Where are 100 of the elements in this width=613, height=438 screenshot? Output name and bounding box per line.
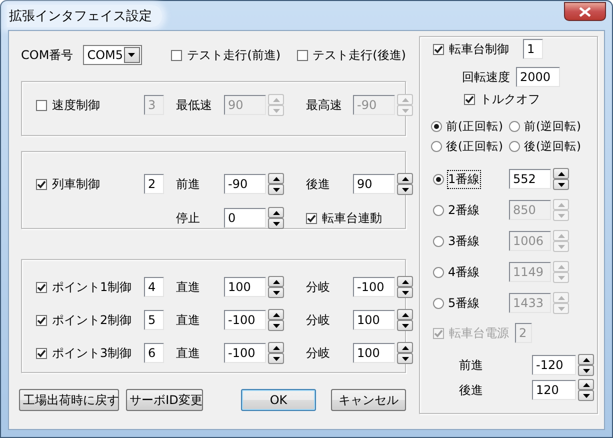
up-triangle-icon xyxy=(402,98,408,102)
spin-down-button[interactable] xyxy=(268,184,284,195)
down-triangle-icon xyxy=(582,394,590,398)
com-port-dropdown[interactable]: COM5 xyxy=(83,45,142,65)
close-button[interactable] xyxy=(564,2,606,21)
down-triangle-icon xyxy=(582,368,590,372)
direction-radio[interactable]: 前(正回転) xyxy=(431,119,509,134)
spin-down-button[interactable] xyxy=(268,353,284,364)
spin-up-button[interactable] xyxy=(553,168,569,179)
id-field[interactable]: 4 xyxy=(144,277,164,297)
number-field[interactable]: 100 xyxy=(353,310,395,330)
number-field[interactable]: -100 xyxy=(353,277,395,297)
track-radio[interactable]: 4番線 xyxy=(433,264,509,280)
spin-up-button[interactable] xyxy=(397,342,413,353)
up-triangle-icon xyxy=(558,172,564,176)
field-label: 分岐 xyxy=(306,344,331,362)
direction-radio[interactable]: 後(正回転) xyxy=(431,139,509,154)
window-title: 拡張インタフェイス設定 xyxy=(7,4,162,26)
spin-down-button[interactable] xyxy=(397,320,413,331)
direction-radio[interactable]: 前(逆回転) xyxy=(509,119,589,134)
up-triangle-icon xyxy=(272,346,280,350)
spin-up-button[interactable] xyxy=(578,379,594,390)
spin-down-button[interactable] xyxy=(578,390,594,401)
test-run-checkbox[interactable]: テスト走行(後進) xyxy=(296,46,406,64)
field-label: 後進 xyxy=(306,176,331,192)
number-field[interactable]: -100 xyxy=(224,310,266,330)
id-field[interactable]: 2 xyxy=(144,174,164,194)
spin-down-button[interactable] xyxy=(397,184,413,195)
point-control-checkbox[interactable]: ポイント3制御 xyxy=(36,344,132,362)
check-icon xyxy=(37,348,46,358)
spin-up-button[interactable] xyxy=(268,276,284,287)
down-triangle-icon xyxy=(402,290,408,294)
field-label: 前進 xyxy=(176,176,201,192)
spin-down-button[interactable] xyxy=(268,320,284,331)
check-icon xyxy=(465,94,474,104)
number-field[interactable]: 90 xyxy=(353,174,395,194)
ok-button[interactable]: OK xyxy=(241,389,316,411)
up-triangle-icon xyxy=(582,382,590,386)
spin-down-button[interactable] xyxy=(578,365,594,376)
test-run-checkbox[interactable]: テスト走行(前進) xyxy=(171,46,281,64)
track-radio[interactable]: 5番線 xyxy=(433,294,509,312)
check-icon xyxy=(434,44,443,54)
down-triangle-icon xyxy=(272,222,280,226)
number-field[interactable]: 100 xyxy=(353,343,395,363)
turntable-control-checkbox[interactable]: 転車台制御 xyxy=(433,40,509,58)
direction-radio[interactable]: 後(逆回転) xyxy=(509,139,589,154)
check-icon xyxy=(37,282,46,292)
spin-up-button[interactable] xyxy=(397,276,413,287)
field-label: 直進 xyxy=(176,344,201,362)
spin-up-button[interactable] xyxy=(268,342,284,353)
down-triangle-icon xyxy=(272,356,280,360)
spin-up-button[interactable] xyxy=(397,309,413,320)
spin-up-button[interactable] xyxy=(268,309,284,320)
field-label: 最低速 xyxy=(176,96,213,114)
check-icon xyxy=(434,328,443,338)
field-label: 分岐 xyxy=(306,278,331,296)
track-radio[interactable]: 2番線 xyxy=(433,202,509,218)
down-triangle-icon xyxy=(558,182,564,186)
train-control-checkbox[interactable]: 列車制御 xyxy=(36,176,100,192)
point-control-checkbox[interactable]: ポイント2制御 xyxy=(36,312,132,328)
dialog-button[interactable]: キャンセル xyxy=(331,389,406,411)
turntable-link-checkbox[interactable]: 転車台連動 xyxy=(306,210,382,226)
spin-down-button[interactable] xyxy=(397,287,413,298)
speed-control-checkbox[interactable]: 速度制御 xyxy=(36,96,100,114)
down-triangle-icon xyxy=(272,324,280,328)
track-radio[interactable]: 1番線 xyxy=(433,170,509,188)
close-icon xyxy=(579,6,591,16)
spin-up-button[interactable] xyxy=(578,354,594,365)
point-control-checkbox[interactable]: ポイント1制御 xyxy=(36,278,132,296)
spin-down-button[interactable] xyxy=(553,179,569,190)
down-triangle-icon xyxy=(272,188,280,192)
dialog-button[interactable]: 工場出荷時に戻す xyxy=(19,389,119,411)
up-triangle-icon xyxy=(402,280,408,284)
number-field[interactable]: -100 xyxy=(224,343,266,363)
spin-down-button[interactable] xyxy=(268,287,284,298)
spin-down-button[interactable] xyxy=(268,218,284,229)
torque-off-checkbox[interactable]: トルクオフ xyxy=(464,90,540,108)
up-triangle-icon xyxy=(402,346,408,350)
field-label: 前進 xyxy=(459,356,484,374)
id-field[interactable]: 5 xyxy=(144,310,164,330)
down-triangle-icon xyxy=(402,108,408,112)
spin-down-button[interactable] xyxy=(397,353,413,364)
spin-up-button[interactable] xyxy=(397,173,413,184)
id-field[interactable]: 1 xyxy=(523,39,543,59)
number-field[interactable]: 552 xyxy=(509,169,551,189)
down-triangle-icon xyxy=(402,188,408,192)
track-radio[interactable]: 3番線 xyxy=(433,232,509,250)
up-triangle-icon xyxy=(558,202,564,206)
number-field[interactable]: 0 xyxy=(224,208,266,228)
up-triangle-icon xyxy=(582,358,590,362)
number-field[interactable]: 100 xyxy=(224,277,266,297)
dialog-button[interactable]: サーボID変更 xyxy=(126,389,203,411)
number-field[interactable]: -90 xyxy=(224,174,266,194)
spin-up-button[interactable] xyxy=(268,207,284,218)
speed-field[interactable]: 2000 xyxy=(516,67,560,87)
spin-up-button[interactable] xyxy=(268,173,284,184)
check-icon xyxy=(37,316,46,324)
up-triangle-icon xyxy=(558,296,564,300)
up-triangle-icon xyxy=(402,312,408,316)
id-field[interactable]: 6 xyxy=(144,343,164,363)
